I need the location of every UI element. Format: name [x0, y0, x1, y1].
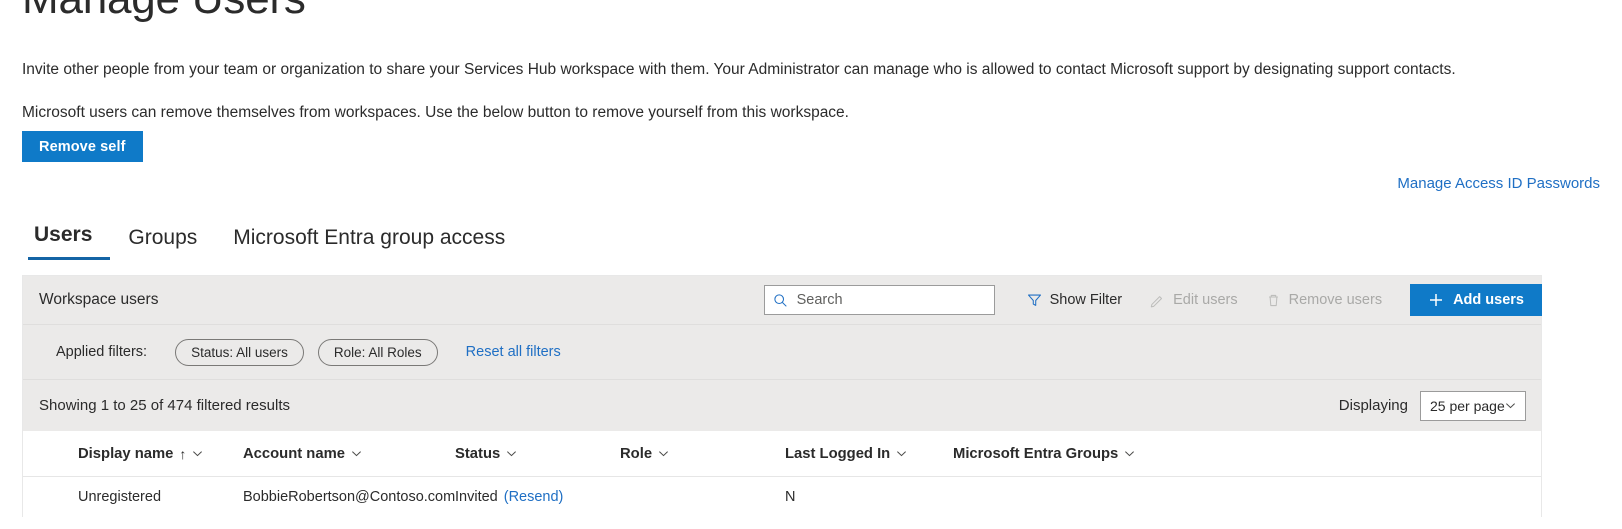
users-table: Display name ↑ Account name Status Role … [23, 431, 1541, 517]
column-header-microsoft-entra-groups[interactable]: Microsoft Entra Groups [953, 446, 1541, 462]
resend-invite-link[interactable]: (Resend) [504, 489, 564, 505]
per-page-value: 25 per page [1430, 397, 1505, 414]
pencil-icon [1150, 293, 1165, 308]
filter-chip-role[interactable]: Role: All Roles [317, 338, 438, 366]
applied-filters-row: Applied filters: Status: All users Role:… [23, 324, 1541, 379]
chevron-down-icon [1124, 448, 1135, 459]
displaying-label: Displaying [1338, 397, 1408, 414]
show-filter-button[interactable]: Show Filter [1013, 284, 1137, 316]
column-header-role[interactable]: Role [620, 446, 785, 462]
filter-chip-status[interactable]: Status: All users [175, 338, 304, 366]
showing-results-text: Showing 1 to 25 of 474 filtered results [39, 397, 290, 414]
chevron-down-icon [658, 448, 669, 459]
search-input[interactable] [794, 291, 986, 309]
tab-microsoft-entra-group-access[interactable]: Microsoft Entra group access [215, 225, 523, 260]
add-users-button[interactable]: Add users [1410, 284, 1542, 316]
remove-users-button[interactable]: Remove users [1252, 284, 1396, 316]
panel-toolbar: Workspace users Search Show Filter Edit … [23, 276, 1542, 324]
workspace-users-panel: Workspace users Search Show Filter Edit … [22, 275, 1542, 517]
users-table-header: Display name ↑ Account name Status Role … [23, 431, 1541, 477]
chevron-down-icon [192, 448, 203, 459]
cell-status: Invited (Resend) [455, 489, 620, 505]
column-header-account-name[interactable]: Account name [243, 446, 455, 462]
filter-icon [1027, 293, 1042, 308]
results-summary-row: Showing 1 to 25 of 474 filtered results … [23, 379, 1541, 431]
intro-paragraph-1: Invite other people from your team or or… [22, 61, 1456, 78]
cell-last-logged-in: N [785, 489, 796, 505]
table-row[interactable]: Unregistered BobbieRobertson@Contoso.com… [23, 477, 1541, 517]
arrow-up-icon: ↑ [179, 445, 187, 462]
remove-self-button[interactable]: Remove self [22, 131, 143, 162]
manage-users-page: Manage Users Invite other people from yo… [0, 0, 1622, 529]
chevron-down-icon [1505, 400, 1516, 411]
toolbar-actions: Show Filter Edit users [763, 276, 1542, 324]
tab-bar: Users Groups Microsoft Entra group acces… [28, 222, 523, 261]
search-box[interactable] [763, 285, 995, 315]
plus-icon [1428, 292, 1444, 308]
edit-users-button[interactable]: Edit users [1136, 284, 1251, 316]
column-header-display-name-label: Display name [78, 445, 174, 462]
add-users-label: Add users [1453, 292, 1524, 308]
show-filter-label: Show Filter [1049, 292, 1123, 308]
remove-users-label: Remove users [1288, 292, 1383, 308]
chevron-down-icon [351, 448, 362, 459]
column-header-status[interactable]: Status [455, 446, 620, 462]
page-title: Manage Users [22, 0, 306, 25]
per-page-control: Displaying 25 per page [1338, 390, 1526, 421]
tab-groups[interactable]: Groups [110, 225, 215, 260]
cell-display-name: Unregistered [78, 489, 162, 505]
column-header-last-logged-in[interactable]: Last Logged In [785, 446, 953, 462]
applied-filters-label: Applied filters: [56, 344, 148, 360]
intro-paragraph-2: Microsoft users can remove themselves fr… [22, 104, 849, 121]
panel-title: Workspace users [39, 291, 159, 308]
search-icon [773, 293, 788, 308]
cell-account-name: BobbieRobertson@Contoso.com [243, 489, 456, 505]
tab-users[interactable]: Users [28, 222, 111, 261]
edit-users-label: Edit users [1173, 292, 1238, 308]
chevron-down-icon [506, 448, 517, 459]
per-page-select[interactable]: 25 per page [1420, 390, 1526, 421]
chevron-down-icon [896, 448, 907, 459]
column-header-last-logged-in-label: Last Logged In [785, 445, 891, 462]
trash-icon [1266, 293, 1281, 308]
column-header-display-name[interactable]: Display name ↑ [78, 446, 243, 462]
column-header-microsoft-entra-groups-label: Microsoft Entra Groups [953, 445, 1119, 462]
status-text: Invited [455, 489, 498, 505]
column-header-role-label: Role [620, 445, 653, 462]
column-header-status-label: Status [455, 445, 501, 462]
column-header-account-name-label: Account name [243, 445, 345, 462]
reset-all-filters-link[interactable]: Reset all filters [466, 344, 561, 360]
manage-access-id-passwords-link[interactable]: Manage Access ID Passwords [1397, 175, 1600, 192]
